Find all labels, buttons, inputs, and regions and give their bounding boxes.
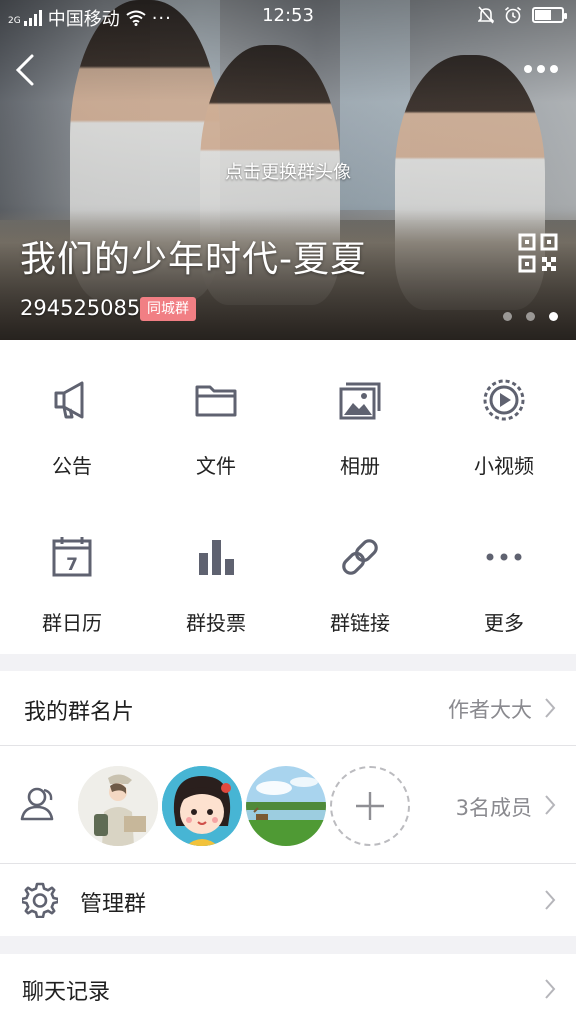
feature-link[interactable]: 群链接 — [288, 497, 432, 654]
battery-icon — [532, 7, 567, 23]
feature-label: 相册 — [340, 454, 380, 478]
my-group-card-row[interactable]: 我的群名片 作者大大 — [0, 671, 576, 745]
my-group-card-value: 作者大大 — [448, 698, 532, 722]
feature-label: 文件 — [196, 454, 236, 478]
members-icon — [20, 787, 54, 821]
group-feature-grid: 公告 文件 相册 小视频 7 群日历 群投票 群链接 更多 — [0, 340, 576, 654]
dot-icon — [537, 65, 545, 73]
feature-label: 公告 — [52, 454, 92, 478]
pager-dot-active — [549, 312, 558, 321]
member-avatar[interactable] — [246, 766, 326, 846]
feature-announcement[interactable]: 公告 — [0, 340, 144, 497]
member-count: 3名成员 — [455, 796, 532, 820]
members-row[interactable]: 3名成员 — [0, 746, 576, 863]
status-bar: 2G 中国移动 ··· 12:53 — [0, 0, 576, 32]
avatar-image-girl-illustration — [78, 766, 158, 846]
gear-icon — [22, 882, 58, 918]
folder-icon — [195, 385, 237, 417]
add-member-button[interactable] — [330, 766, 410, 846]
megaphone-icon — [54, 381, 84, 419]
avatar-image-cartoon-girl — [162, 766, 242, 846]
group-tag-badge: 同城群 — [140, 297, 196, 321]
group-cover-banner[interactable]: 2G 中国移动 ··· 12:53 点击更换群头像 我们的少年时代-夏夏 294… — [0, 0, 576, 340]
feature-album[interactable]: 相册 — [288, 340, 432, 497]
more-options-button[interactable] — [520, 56, 562, 82]
group-id: 294525085 — [20, 296, 141, 320]
feature-more[interactable]: 更多 — [432, 497, 576, 654]
qr-code-button[interactable] — [518, 233, 558, 273]
chat-history-row[interactable]: 聊天记录 — [0, 954, 576, 1024]
group-name: 我们的少年时代-夏夏 — [20, 239, 367, 280]
feature-files[interactable]: 文件 — [144, 340, 288, 497]
feature-calendar[interactable]: 7 群日历 — [0, 497, 144, 654]
feature-label: 群投票 — [186, 611, 246, 635]
plus-icon — [356, 792, 384, 820]
dot-icon — [524, 65, 532, 73]
bar-chart-icon — [199, 540, 234, 575]
change-avatar-hint[interactable]: 点击更换群头像 — [0, 158, 576, 184]
video-play-icon — [483, 379, 525, 421]
feature-short-video[interactable]: 小视频 — [432, 340, 576, 497]
chevron-right-icon — [545, 698, 556, 718]
feature-label: 小视频 — [474, 454, 534, 478]
back-button[interactable] — [10, 50, 46, 90]
pager-dot — [526, 312, 535, 321]
link-icon — [342, 539, 378, 575]
silent-bell-icon — [478, 6, 494, 24]
avatar-image-landscape — [246, 766, 326, 846]
feature-vote[interactable]: 群投票 — [144, 497, 288, 654]
manage-group-title: 管理群 — [80, 892, 147, 917]
cover-pager — [503, 312, 558, 321]
alarm-icon — [504, 6, 522, 24]
chevron-right-icon — [545, 979, 556, 999]
member-avatar[interactable] — [78, 766, 158, 846]
feature-label: 更多 — [484, 611, 524, 635]
calendar-icon: 7 — [52, 537, 92, 577]
chevron-right-icon — [545, 890, 556, 910]
feature-label: 群链接 — [330, 611, 390, 635]
chat-history-title: 聊天记录 — [22, 980, 111, 1005]
more-dots-icon — [486, 553, 522, 561]
chevron-right-icon — [545, 795, 556, 815]
feature-label: 群日历 — [42, 611, 102, 635]
member-avatar[interactable] — [162, 766, 242, 846]
dot-icon — [550, 65, 558, 73]
album-icon — [339, 382, 381, 420]
chevron-left-icon — [15, 54, 34, 86]
my-group-card-title: 我的群名片 — [24, 700, 135, 725]
calendar-day: 7 — [66, 555, 78, 575]
qr-code-icon — [518, 233, 558, 273]
manage-group-row[interactable]: 管理群 — [0, 864, 576, 936]
pager-dot — [503, 312, 512, 321]
